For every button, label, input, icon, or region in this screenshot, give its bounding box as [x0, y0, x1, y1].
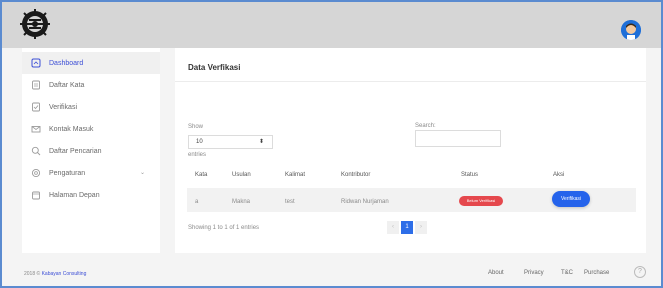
sidebar-item-label: Dashboard — [49, 59, 84, 67]
top-bar — [2, 2, 661, 48]
footer-link-tnc[interactable]: T&C — [561, 270, 573, 276]
document-check-icon — [30, 101, 42, 113]
copyright-text: 2018 © — [24, 271, 41, 277]
column-header-status[interactable]: Status — [461, 172, 478, 178]
show-label: Show — [188, 124, 204, 130]
column-header-kontributor[interactable]: Kontributor — [341, 172, 370, 178]
verification-card: Data Verfikasi Show 10 ⬍ entries Search:… — [175, 48, 646, 253]
column-header-usulan[interactable]: Usulan — [232, 172, 251, 178]
select-caret-icon: ⬍ — [259, 139, 265, 145]
cell-kalimat: test — [285, 199, 295, 205]
entries-select[interactable]: 10 ⬍ — [188, 135, 273, 149]
chevron-down-icon: ⌄ — [140, 170, 146, 176]
sidebar-item-label: Daftar Kata — [49, 81, 85, 89]
column-header-aksi[interactable]: Aksi — [553, 172, 564, 178]
sidebar: Dashboard Daftar Kata Verifikasi Kontak … — [22, 48, 160, 253]
sidebar-item-halaman-depan[interactable]: Halaman Depan — [22, 184, 160, 206]
logo-icon[interactable] — [20, 9, 50, 39]
column-header-kata[interactable]: Kata — [195, 172, 207, 178]
document-icon — [30, 79, 42, 91]
search-icon — [30, 145, 42, 157]
dashboard-icon — [30, 57, 42, 69]
user-avatar-icon[interactable] — [621, 20, 641, 40]
sidebar-item-label: Pengaturan — [49, 169, 86, 177]
cell-usulan: Makna — [232, 199, 251, 205]
sidebar-item-label: Verifikasi — [49, 103, 78, 111]
table-info: Showing 1 to 1 of 1 entries — [188, 225, 260, 231]
search-input[interactable] — [415, 130, 501, 147]
sidebar-item-verifikasi[interactable]: Verifikasi — [22, 96, 160, 118]
calendar-icon — [30, 189, 42, 201]
sidebar-item-pengaturan[interactable]: Pengaturan ⌄ — [22, 162, 160, 184]
card-title: Data Verfikasi — [175, 48, 646, 82]
cell-kata: a — [195, 199, 199, 205]
footer-link-purchase[interactable]: Purchase — [584, 270, 609, 276]
footer-link-privacy[interactable]: Privacy — [524, 270, 544, 276]
sidebar-item-daftar-pencarian[interactable]: Daftar Pencarian — [22, 140, 160, 162]
help-icon[interactable]: ? — [634, 266, 646, 278]
footer-copyright: 2018 © Kabayan Consulting — [24, 271, 86, 277]
sidebar-item-kontak-masuk[interactable]: Kontak Masuk — [22, 118, 160, 140]
footer-link-about[interactable]: About — [488, 270, 504, 276]
pagination-prev-button[interactable]: ‹ — [387, 221, 399, 234]
sidebar-item-label: Halaman Depan — [49, 191, 100, 199]
status-badge: Belum Verifikasi — [459, 196, 503, 206]
sidebar-item-label: Kontak Masuk — [49, 125, 94, 133]
pagination-page-1[interactable]: 1 — [401, 221, 413, 234]
brand-link[interactable]: Kabayan Consulting — [42, 271, 87, 277]
sidebar-item-label: Daftar Pencarian — [49, 147, 102, 155]
entries-label: entries — [188, 152, 207, 158]
cell-kontributor: Ridwan Nurjaman — [341, 199, 389, 205]
sidebar-item-dashboard[interactable]: Dashboard — [22, 52, 160, 74]
column-header-kalimat[interactable]: Kalimat — [285, 172, 305, 178]
pagination-next-button[interactable]: › — [415, 221, 427, 234]
sidebar-item-daftar-kata[interactable]: Daftar Kata — [22, 74, 160, 96]
verifikasi-button[interactable]: Verifikasi — [552, 191, 590, 207]
search-label: Search: — [415, 123, 436, 129]
mail-icon — [30, 123, 42, 135]
entries-value: 10 — [196, 139, 203, 145]
settings-icon — [30, 167, 42, 179]
